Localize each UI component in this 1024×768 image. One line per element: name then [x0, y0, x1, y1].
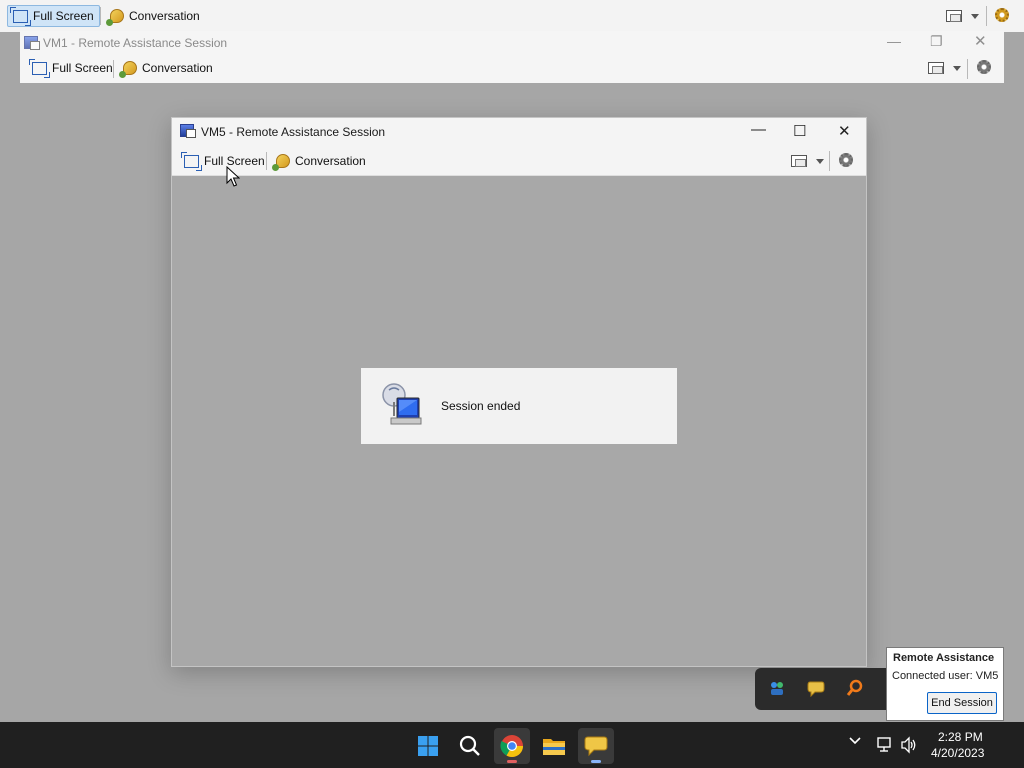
maximize-button[interactable]: ☐: [793, 122, 806, 140]
folder-icon: [543, 739, 565, 755]
remote-assistance-icon: [382, 383, 422, 425]
windows-logo-icon: [418, 736, 438, 756]
toolbar-divider: [113, 60, 114, 78]
close-button[interactable]: ✕: [974, 32, 987, 50]
toolbar-divider: [986, 6, 987, 26]
network-people-icon[interactable]: [768, 679, 786, 697]
chrome-icon: [500, 735, 523, 757]
settings-gear-icon[interactable]: [995, 8, 1009, 22]
session-toolbar: Full Screen Conversation: [172, 146, 866, 176]
minimize-button[interactable]: —: [887, 33, 901, 49]
running-indicator: [507, 760, 517, 763]
end-session-button[interactable]: End Session: [927, 692, 997, 714]
close-button[interactable]: ✕: [838, 122, 851, 140]
window-title: VM1 - Remote Assistance Session: [43, 36, 228, 50]
conversation-label: Conversation: [129, 9, 200, 23]
chevron-down-icon[interactable]: [971, 14, 979, 19]
vm1-window: VM1 - Remote Assistance Session — ❐ ✕ Fu…: [20, 31, 1004, 83]
full-screen-button[interactable]: Full Screen: [26, 57, 119, 79]
running-indicator: [591, 760, 601, 763]
chevron-down-icon[interactable]: [953, 66, 961, 71]
remote-assistance-tray-icon[interactable]: [807, 679, 825, 697]
connected-user-text: Connected user: VM5: [892, 670, 999, 682]
conversation-label: Conversation: [295, 154, 366, 168]
chevron-up-icon[interactable]: [848, 734, 862, 753]
full-screen-button[interactable]: Full Screen: [7, 5, 100, 27]
search-magnifier-icon[interactable]: [846, 679, 864, 697]
monitor-icon[interactable]: [791, 155, 807, 167]
clock-time[interactable]: 2:28 PM: [938, 730, 983, 744]
settings-gear-icon[interactable]: [977, 60, 991, 74]
network-icon[interactable]: [877, 736, 895, 754]
conversation-icon: [106, 9, 124, 26]
toolbar-divider: [266, 152, 267, 170]
chrome-taskbar-button[interactable]: [494, 728, 530, 764]
chevron-down-icon[interactable]: [816, 159, 824, 164]
search-icon: [459, 735, 480, 756]
settings-gear-icon[interactable]: [839, 153, 853, 167]
title-bar[interactable]: VM5 - Remote Assistance Session — ☐ ✕: [172, 118, 866, 146]
session-status-text: Session ended: [441, 399, 521, 413]
outer-toolbar: Full Screen Conversation: [0, 0, 1024, 32]
toolbar-divider: [829, 151, 830, 171]
conversation-icon: [119, 61, 137, 78]
mouse-cursor-icon: [226, 166, 240, 187]
remote-assistance-taskbar-button[interactable]: [578, 728, 614, 764]
window-title: VM5 - Remote Assistance Session: [201, 125, 386, 139]
file-explorer-taskbar-button[interactable]: [536, 728, 572, 764]
restore-button[interactable]: ❐: [930, 33, 943, 50]
conversation-icon: [272, 154, 290, 171]
conversation-bubble-icon: [584, 736, 608, 757]
full-screen-icon: [29, 58, 50, 78]
full-screen-icon: [181, 151, 202, 171]
start-button[interactable]: [410, 728, 446, 764]
monitor-icon[interactable]: [946, 10, 962, 22]
tooltip-title: Remote Assistance: [893, 652, 995, 664]
full-screen-icon: [10, 6, 31, 26]
full-screen-label: Full Screen: [33, 9, 94, 23]
monitor-icon[interactable]: [928, 62, 944, 74]
volume-icon[interactable]: [900, 736, 918, 754]
conversation-button[interactable]: Conversation: [117, 57, 219, 79]
conversation-label: Conversation: [142, 61, 213, 75]
full-screen-button[interactable]: Full Screen: [178, 150, 271, 172]
remote-assistance-app-icon: [180, 124, 196, 138]
remote-assistance-app-icon: [24, 36, 40, 50]
session-ended-dialog: Session ended: [361, 368, 677, 444]
conversation-button[interactable]: Conversation: [104, 5, 206, 27]
full-screen-label: Full Screen: [52, 61, 113, 75]
remote-assistance-tooltip: Remote Assistance Connected user: VM5 En…: [886, 647, 1004, 721]
taskbar: [0, 722, 1024, 768]
clock-date[interactable]: 4/20/2023: [931, 746, 984, 760]
toolbar-divider: [967, 59, 968, 79]
minimize-button[interactable]: —: [751, 121, 766, 138]
search-button[interactable]: [452, 728, 488, 764]
toolbar-divider: [100, 7, 101, 25]
conversation-button[interactable]: Conversation: [270, 150, 372, 172]
